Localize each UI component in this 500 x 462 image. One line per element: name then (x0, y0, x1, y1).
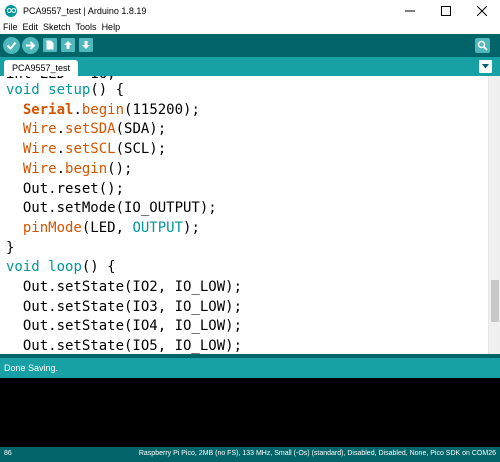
code-line: Wire.setSCL(SCL); (6, 139, 166, 159)
upload-icon (26, 41, 36, 50)
code-token: Out.setState(IO2, IO_LOW); (6, 279, 243, 295)
maximize-button[interactable] (428, 0, 464, 21)
menu-file[interactable]: File (3, 21, 18, 34)
editor-scrollbar[interactable] (488, 76, 500, 354)
code-token: Out.reset(); (6, 180, 125, 197)
code-editor[interactable]: int LED = 16; void setup() { Serial.begi… (0, 76, 488, 354)
code-token: void (6, 82, 40, 98)
code-token: Out.setState(IO4, IO_LOW); (6, 318, 243, 335)
menu-bar: File Edit Sketch Tools Help (0, 21, 500, 34)
code-token: . (56, 160, 66, 177)
console-output[interactable] (0, 378, 500, 447)
code-token: void (6, 259, 40, 276)
scrollbar-thumb[interactable] (491, 280, 499, 322)
open-icon (64, 41, 72, 49)
code-token: setSCL (65, 141, 116, 158)
code-line: void loop() { (6, 257, 116, 277)
code-line: Out.setState(IO4, IO_LOW); (6, 316, 242, 336)
status-message: Done Saving. (4, 363, 59, 373)
code-line: Wire.setSDA(SDA); (6, 119, 166, 139)
code-token: Out.setState(IO5, IO_LOW); (6, 338, 243, 354)
arduino-logo-icon (5, 4, 17, 17)
code-line: Out.reset(); (6, 179, 124, 199)
code-token: (115200); (124, 101, 200, 118)
code-token: () { (90, 82, 125, 98)
code-token: Out.setState(IO3, IO_LOW); (6, 298, 243, 315)
open-button[interactable] (61, 38, 75, 52)
toolbar (0, 34, 500, 57)
tab-bar: PCA9557_test (0, 57, 500, 76)
code-token: setSDA (65, 121, 116, 138)
bottom-status-bar: 86 Raspberry Pi Pico, 2MB (no FS), 133 M… (0, 447, 500, 462)
menu-help[interactable]: Help (102, 21, 121, 34)
tab-menu-button[interactable] (479, 60, 492, 73)
code-line: void setup() { (6, 80, 124, 100)
code-token: OUTPUT (132, 219, 184, 236)
close-button[interactable] (464, 0, 500, 21)
tab-pca9557-test[interactable]: PCA9557_test (4, 60, 79, 76)
minimize-button[interactable] (392, 0, 428, 21)
new-button[interactable] (43, 38, 57, 52)
code-token: pinMode (22, 219, 82, 236)
code-line: Out.setMode(IO_OUTPUT); (6, 198, 217, 218)
code-token: () { (81, 259, 116, 276)
code-line: pinMode(LED, OUTPUT); (6, 218, 200, 238)
code-token: . (56, 121, 66, 138)
status-bar: Done Saving. (0, 358, 500, 378)
serial-monitor-button[interactable] (475, 38, 490, 53)
code-token: Wire (22, 121, 57, 138)
code-token: begin (65, 160, 108, 177)
code-line: } (6, 238, 14, 258)
chevron-down-icon (482, 64, 489, 69)
new-icon (46, 40, 54, 50)
save-icon (82, 41, 90, 49)
upload-button[interactable] (22, 37, 39, 54)
menu-edit[interactable]: Edit (23, 21, 39, 34)
code-line: Out.setState(IO2, IO_LOW); (6, 277, 242, 297)
code-line: Serial.begin(115200); (6, 100, 200, 120)
code-token: Wire (22, 160, 57, 177)
code-token: loop (48, 259, 82, 276)
verify-icon (6, 41, 17, 50)
code-token: . (73, 101, 82, 118)
title-bar: PCA9557_test | Arduino 1.8.19 (0, 0, 500, 21)
code-token: begin (81, 101, 125, 118)
code-token: } (6, 239, 15, 256)
window-title: PCA9557_test | Arduino 1.8.19 (23, 5, 147, 16)
code-token: setup (48, 82, 91, 98)
save-button[interactable] (79, 38, 93, 52)
verify-button[interactable] (3, 37, 20, 54)
code-line: Out.setState(IO5, IO_LOW); (6, 336, 242, 354)
code-token: ); (183, 219, 200, 236)
menu-sketch[interactable]: Sketch (43, 21, 71, 34)
close-icon (477, 5, 487, 16)
code-token: (LED, (81, 219, 133, 236)
code-line: Out.setState(IO3, IO_LOW); (6, 297, 242, 317)
code-token: (); (107, 160, 133, 177)
menu-tools[interactable]: Tools (76, 21, 97, 34)
board-info: Raspberry Pi Pico, 2MB (no FS), 133 MHz,… (138, 450, 496, 457)
code-line: Wire.begin(); (6, 159, 133, 179)
code-token: Serial (22, 101, 74, 118)
line-number: 86 (4, 450, 12, 457)
code-token: (SCL); (115, 141, 167, 158)
serial-monitor-icon (477, 40, 488, 51)
code-token: Wire (22, 141, 57, 158)
minimize-icon (405, 10, 415, 11)
code-token: . (56, 141, 66, 158)
code-token: Out.setMode(IO_OUTPUT); (6, 200, 217, 217)
maximize-icon (441, 5, 451, 16)
code-token: (SDA); (115, 121, 167, 138)
